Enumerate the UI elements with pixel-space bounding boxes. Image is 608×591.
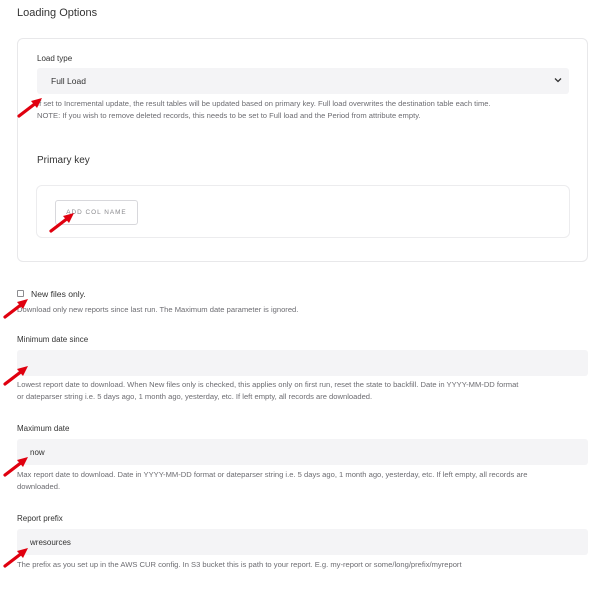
annotation-arrow-icon [17,98,42,118]
maximum-date-help-line2: downloaded. [17,482,61,491]
maximum-date-help-line1: Max report date to download. Date in YYY… [17,470,528,479]
section-title: Loading Options [17,7,98,19]
new-files-only-label[interactable]: New files only. [31,289,86,299]
maximum-date-label: Maximum date [17,424,70,433]
annotation-arrow-icon [3,366,28,386]
maximum-date-input[interactable]: now [17,439,588,465]
report-prefix-value: wresources [30,538,71,547]
report-prefix-label: Report prefix [17,514,63,523]
minimum-date-input[interactable] [17,350,588,376]
report-prefix-input[interactable]: wresources [17,529,588,555]
annotation-arrow-icon [3,548,28,568]
load-type-selected-value: Full Load [51,76,86,86]
load-type-help-line1: If set to Incremental update, the result… [37,99,491,108]
minimum-date-label: Minimum date since [17,335,89,344]
minimum-date-help-line2: or dateparser string i.e. 5 days ago, 1 … [17,392,373,401]
annotation-arrow-icon [3,299,28,319]
load-type-select[interactable]: Full Load [37,68,569,94]
annotation-arrow-icon [3,457,28,477]
chevron-down-icon [554,78,562,83]
minimum-date-help-line1: Lowest report date to download. When New… [17,380,519,389]
annotation-arrow-icon [49,213,74,233]
report-prefix-help: The prefix as you set up in the AWS CUR … [17,560,462,569]
primary-key-heading: Primary key [37,155,90,166]
new-files-only-help: Download only new reports since last run… [17,305,299,314]
load-type-label: Load type [37,54,73,63]
load-type-help-line2: NOTE: If you wish to remove deleted reco… [37,111,421,120]
